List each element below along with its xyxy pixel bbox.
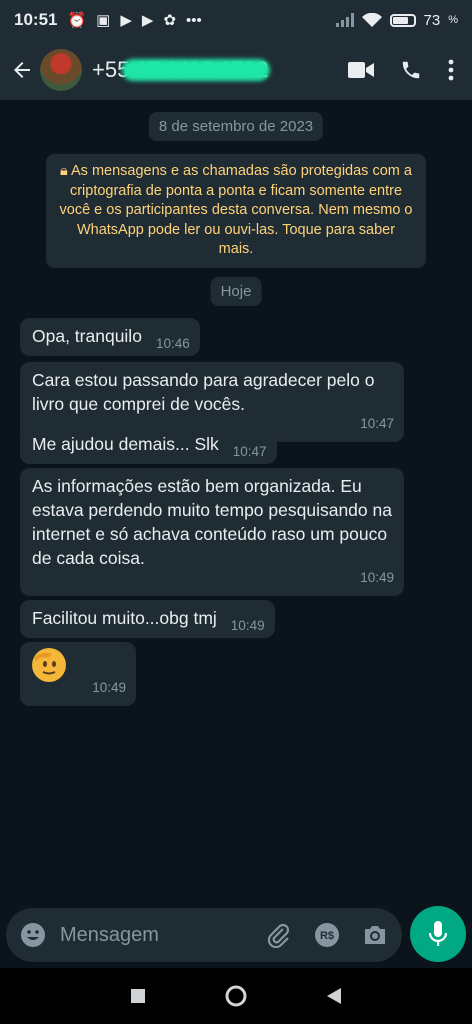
chat-header: +55 27 9112 6722 <box>0 40 472 100</box>
back-button[interactable] <box>8 56 36 84</box>
alarm-icon: ⏰ <box>67 12 87 29</box>
message-bubble[interactable]: Facilitou muito...obg tmj 10:49 <box>20 600 275 638</box>
microphone-icon <box>428 921 448 946</box>
voice-record-button[interactable] <box>410 906 466 962</box>
message-time: 10:49 <box>230 618 265 633</box>
percent-sign-icon: % <box>448 14 458 26</box>
encryption-notice[interactable]: 🔒︎ As mensagens e as chamadas são proteg… <box>46 154 426 268</box>
emoji-icon[interactable] <box>20 922 46 948</box>
message-text: As informações estão bem organizada. Eu … <box>32 476 392 568</box>
chat-area[interactable]: 8 de setembro de 2023 🔒︎ As mensagens e … <box>0 100 472 908</box>
today-pill: Hoje <box>210 277 262 306</box>
camera-icon[interactable] <box>362 923 388 947</box>
app-notification-icon: ✿ <box>163 12 177 29</box>
saluting-face-emoji-icon <box>32 648 66 682</box>
message-text: Opa, tranquilo <box>32 326 142 346</box>
message-bubble[interactable]: 10:49 <box>20 642 136 706</box>
message-text: Cara estou passando para agradecer pelo … <box>32 370 375 414</box>
date-pill: 8 de setembro de 2023 <box>148 112 324 141</box>
more-options-icon[interactable] <box>448 59 454 81</box>
system-nav-bar <box>0 968 472 1024</box>
video-call-icon[interactable] <box>348 61 374 79</box>
payment-icon[interactable]: R$ <box>314 922 340 948</box>
contact-name[interactable]: +55 27 9112 6722 <box>92 57 270 83</box>
play-icon-2: ▶ <box>141 12 154 29</box>
lock-icon: 🔒︎ <box>60 163 68 179</box>
attach-icon[interactable] <box>266 922 292 948</box>
message-time: 10:46 <box>155 336 190 351</box>
message-time: 10:47 <box>232 444 267 459</box>
phone-icon[interactable] <box>400 59 422 81</box>
status-time: 10:51 <box>14 10 58 29</box>
home-icon[interactable] <box>225 985 247 1007</box>
status-bar: 10:51 ⏰ ▣ ▶ ▶ ✿ ••• 73% <box>0 0 472 40</box>
battery-level: 73 <box>423 11 441 29</box>
message-text: Me ajudou demais... Slk <box>32 434 219 454</box>
avatar[interactable] <box>40 49 82 91</box>
message-bubble[interactable]: As informações estão bem organizada. Eu … <box>20 468 404 596</box>
message-time: 10:49 <box>360 570 394 585</box>
wifi-icon <box>361 12 382 27</box>
signal-icon <box>335 13 354 27</box>
chat-notification-icon: ▣ <box>96 12 111 29</box>
message-composer: Mensagem R$ <box>6 908 402 962</box>
message-text: Facilitou muito...obg tmj <box>32 608 217 628</box>
message-bubble[interactable]: Opa, tranquilo 10:46 <box>20 318 200 356</box>
redaction-mark <box>122 59 270 81</box>
message-bubble[interactable]: Me ajudou demais... Slk 10:47 <box>20 426 277 464</box>
message-input[interactable]: Mensagem <box>60 924 266 947</box>
recents-icon[interactable] <box>130 988 146 1004</box>
more-notifications-icon: ••• <box>186 11 202 29</box>
message-time: 10:49 <box>92 680 126 695</box>
arrow-left-icon <box>14 62 30 78</box>
battery-icon <box>389 13 416 27</box>
play-icon: ▶ <box>120 12 132 29</box>
back-nav-icon[interactable] <box>326 987 342 1005</box>
svg-text:R$: R$ <box>320 930 334 942</box>
encryption-text: As mensagens e as chamadas são protegida… <box>59 163 413 257</box>
